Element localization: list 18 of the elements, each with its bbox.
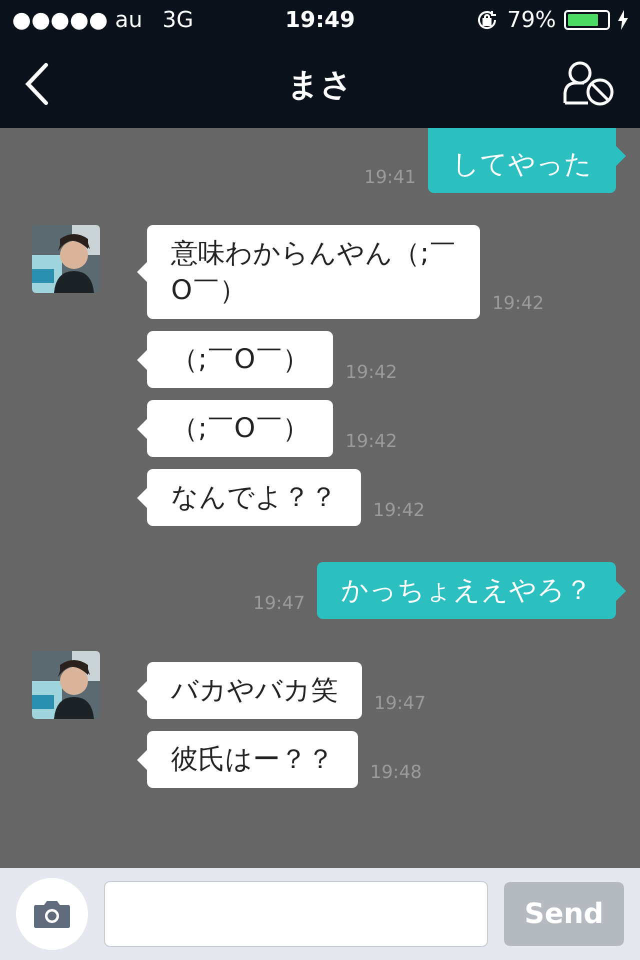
message-text: 意味わからんやん（;￣ xyxy=(171,237,456,271)
message-text: 彼氏はー？？ xyxy=(171,743,334,777)
network-label: 3G xyxy=(162,6,194,34)
battery-icon xyxy=(564,10,610,30)
message-text: O￣） xyxy=(171,274,248,308)
message-text: してやった xyxy=(452,148,592,182)
message-text: （;￣O￣） xyxy=(171,412,310,446)
message-text: なんでよ？？ xyxy=(171,481,337,515)
charging-icon xyxy=(618,10,628,30)
camera-icon xyxy=(33,899,71,929)
message-text: （;￣O￣） xyxy=(171,343,310,377)
chat-title: まさ xyxy=(287,64,353,105)
message-text: バカやバカ笑 xyxy=(171,674,338,708)
clock: 19:49 xyxy=(284,6,356,34)
message-input[interactable] xyxy=(104,881,488,947)
battery-percent: 79% xyxy=(507,6,556,34)
message-text: かっちょええやろ？ xyxy=(341,574,592,608)
carrier-label: ●●●●● au xyxy=(12,6,142,34)
